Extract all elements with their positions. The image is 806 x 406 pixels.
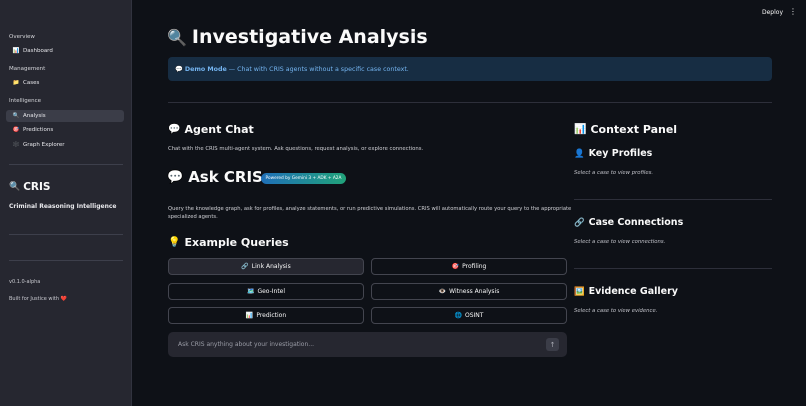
button-label: Geo-Intel: [257, 288, 286, 295]
evidence-gallery-heading: 🖼️ Evidence Gallery: [574, 286, 678, 297]
key-profiles-empty: Select a case to view profiles.: [574, 170, 654, 176]
sidebar-item-cases[interactable]: 📁 Cases: [6, 77, 124, 89]
button-label: Prediction: [256, 312, 287, 319]
query-osint-button[interactable]: 🌐 OSINT: [371, 307, 567, 324]
link-icon: 🔗: [574, 217, 585, 228]
case-connections-heading: 🔗 Case Connections: [574, 217, 683, 228]
case-connections-title: Case Connections: [588, 217, 684, 228]
sidebar-section-management: Management: [9, 66, 46, 72]
example-queries-title: Example Queries: [184, 236, 289, 249]
key-profiles-heading: 👤 Key Profiles: [574, 148, 652, 159]
main-menu-icon[interactable]: ⋮: [789, 8, 797, 16]
sidebar-section-intelligence: Intelligence: [9, 98, 42, 104]
sidebar-item-predictions[interactable]: 🎯 Predictions: [6, 124, 124, 136]
magnifier-icon: 🔍: [9, 182, 21, 192]
ask-cris-title: Ask CRIS: [188, 168, 263, 186]
deploy-button[interactable]: Deploy: [762, 9, 783, 16]
agent-chat-caption: Chat with the CRIS multi-agent system. A…: [168, 146, 424, 152]
built-for-text: Built for Justice with ❤️: [9, 296, 67, 302]
sidebar-item-graph-explorer[interactable]: 🕸️ Graph Explorer: [6, 139, 124, 151]
brand-subtitle: Criminal Reasoning Intelligence: [9, 203, 117, 210]
divider: [168, 102, 772, 103]
bar-chart-icon: 📊: [245, 312, 254, 319]
eye-icon: 👁️: [438, 288, 447, 295]
query-geo-intel-button[interactable]: 🗺️ Geo-Intel: [168, 283, 364, 300]
context-panel-heading: 📊 Context Panel: [574, 123, 677, 136]
bar-chart-icon: 📊: [12, 48, 20, 54]
ask-cris-description: Query the knowledge graph, ask for profi…: [168, 206, 572, 221]
lightbulb-icon: 💡: [168, 237, 181, 248]
query-link-analysis-button[interactable]: 🔗 Link Analysis: [168, 258, 364, 275]
sidebar-item-analysis[interactable]: 🔍 Analysis: [6, 110, 124, 122]
bar-chart-icon: 📊: [574, 124, 587, 135]
sidebar-item-label: Graph Explorer: [23, 142, 65, 148]
button-label: Link Analysis: [251, 263, 291, 270]
person-icon: 👤: [574, 148, 585, 159]
page-title-text: Investigative Analysis: [191, 26, 428, 48]
link-icon: 🔗: [241, 263, 249, 270]
evidence-gallery-title: Evidence Gallery: [588, 286, 678, 297]
folder-icon: 📁: [12, 80, 20, 86]
magnifier-icon: 🔍: [12, 113, 20, 119]
ask-cris-heading: 💬 Ask CRIS: [167, 168, 263, 186]
target-icon: 🎯: [451, 263, 460, 270]
query-prediction-button[interactable]: 📊 Prediction: [168, 307, 364, 324]
demo-mode-label: Demo Mode: [184, 65, 227, 73]
sidebar-divider: [9, 234, 123, 235]
version-text: v0.1.0-alpha: [9, 279, 41, 285]
query-witness-analysis-button[interactable]: 👁️ Witness Analysis: [371, 283, 567, 300]
network-icon: 🕸️: [12, 142, 20, 148]
sidebar-brand: 🔍 CRIS: [9, 181, 50, 193]
picture-icon: 🖼️: [574, 286, 585, 297]
sidebar-divider: [9, 260, 123, 261]
agent-chat-heading: 💬 Agent Chat: [168, 123, 254, 136]
target-icon: 🎯: [12, 127, 20, 133]
button-label: Witness Analysis: [449, 288, 500, 295]
brand-name: CRIS: [23, 181, 51, 193]
page-title: 🔍 Investigative Analysis: [167, 26, 428, 48]
sidebar-divider: [9, 164, 123, 165]
key-profiles-title: Key Profiles: [588, 148, 653, 159]
evidence-gallery-empty: Select a case to view evidence.: [574, 308, 658, 314]
speech-bubble-icon: 💬: [175, 66, 183, 73]
demo-mode-text: — Chat with CRIS agents without a specif…: [228, 65, 409, 73]
sidebar: Overview 📊 Dashboard Management 📁 Cases …: [0, 0, 132, 406]
speech-bubble-icon: 💬: [168, 124, 181, 135]
demo-mode-banner: 💬 Demo Mode — Chat with CRIS agents with…: [168, 57, 772, 81]
case-connections-empty: Select a case to view connections.: [574, 239, 666, 245]
divider: [574, 199, 772, 200]
sidebar-item-label: Predictions: [23, 127, 54, 133]
send-arrow-icon[interactable]: ↑: [546, 338, 559, 351]
query-profiling-button[interactable]: 🎯 Profiling: [371, 258, 567, 275]
magnifier-icon: 🔍: [167, 27, 187, 47]
button-label: OSINT: [465, 312, 484, 319]
agent-chat-title: Agent Chat: [184, 123, 254, 136]
map-icon: 🗺️: [246, 288, 255, 295]
context-panel-title: Context Panel: [590, 123, 678, 136]
divider: [574, 268, 772, 269]
example-queries-heading: 💡 Example Queries: [168, 236, 289, 249]
sidebar-item-label: Cases: [23, 80, 40, 86]
powered-by-badge: Powered by Gemini 3 + ADK + A2A: [261, 173, 346, 184]
sidebar-section-overview: Overview: [9, 34, 35, 40]
sidebar-item-label: Dashboard: [23, 48, 53, 54]
speech-bubble-icon: 💬: [167, 169, 184, 185]
chat-input[interactable]: Ask CRIS anything about your investigati…: [168, 332, 567, 357]
globe-icon: 🌐: [454, 312, 462, 319]
sidebar-item-label: Analysis: [23, 113, 46, 119]
sidebar-item-dashboard[interactable]: 📊 Dashboard: [6, 45, 124, 57]
button-label: Profiling: [462, 263, 487, 270]
